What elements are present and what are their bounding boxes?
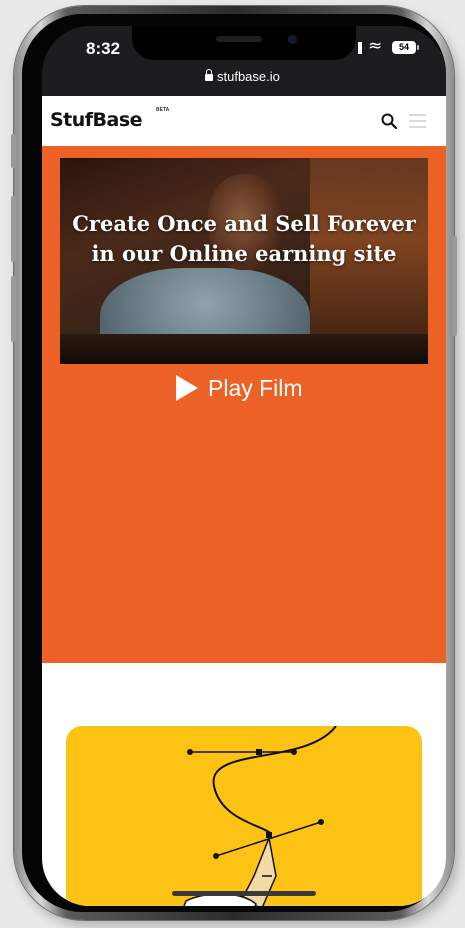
desk-keyboard xyxy=(60,334,428,364)
play-film-button[interactable]: Play Film xyxy=(176,370,303,406)
power-button xyxy=(452,236,457,336)
url-text[interactable]: stufbase.io xyxy=(217,69,280,84)
hero-title: Create Once and Sell Forever in our Onli… xyxy=(72,211,416,266)
speaker-grille xyxy=(216,36,262,42)
pen-tool-bezier-icon xyxy=(183,726,337,906)
search-icon[interactable] xyxy=(381,113,397,129)
volume-down-button xyxy=(11,276,16,342)
status-bar: 8:32 ≈ 54 xyxy=(42,26,446,64)
battery-tip xyxy=(417,45,419,50)
home-indicator[interactable] xyxy=(172,891,316,896)
lock-icon xyxy=(205,69,213,81)
site-header: StufBase BETA xyxy=(42,96,446,146)
front-camera xyxy=(288,35,297,44)
play-icon xyxy=(176,375,198,401)
status-time: 8:32 xyxy=(86,39,121,58)
volume-up-button xyxy=(11,196,16,262)
battery-icon: 54 xyxy=(392,41,416,54)
silent-switch xyxy=(11,134,16,168)
feature-card xyxy=(66,726,422,906)
hamburger-menu-icon[interactable] xyxy=(409,114,426,128)
beta-badge: BETA xyxy=(156,107,170,113)
play-film-label: Play Film xyxy=(208,374,303,401)
phone-screen: 8:32 ≈ 54 stufbase.io StufBase BETA Crea… xyxy=(42,26,446,906)
battery-level: 54 xyxy=(398,42,409,52)
wifi-icon: ≈ xyxy=(368,36,383,56)
signal-icon xyxy=(358,42,362,54)
stufbase-logo[interactable]: StufBase xyxy=(50,109,143,131)
notch xyxy=(132,26,356,60)
